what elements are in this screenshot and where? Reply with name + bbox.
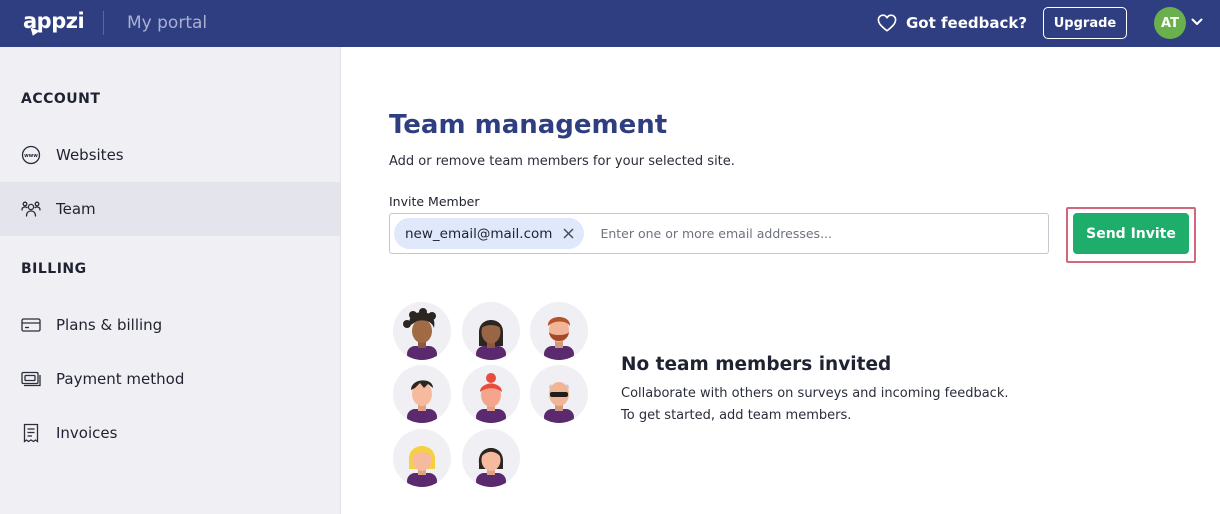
feedback-link[interactable]: Got feedback?: [877, 12, 1027, 34]
sidebar-item-team[interactable]: Team: [0, 182, 340, 236]
svg-text:www: www: [24, 153, 38, 159]
close-icon[interactable]: [563, 228, 574, 239]
avatar-illustration: [462, 302, 520, 360]
sidebar-item-plans-billing[interactable]: Plans & billing: [0, 298, 340, 352]
billing-heading: BILLING: [21, 261, 87, 277]
avatar-illustration: [462, 365, 520, 423]
sidebar-item-invoices[interactable]: Invoices: [0, 406, 340, 460]
portal-title[interactable]: My portal: [127, 12, 207, 34]
account-heading: ACCOUNT: [21, 91, 101, 107]
payment-icon: [21, 369, 41, 389]
empty-state-title: No team members invited: [621, 354, 892, 375]
avatar-illustration: [530, 365, 588, 423]
sidebar-item-websites[interactable]: www Websites: [0, 128, 340, 182]
avatar-illustration: [393, 429, 451, 487]
topbar-divider: [103, 11, 104, 35]
avatar-illustration: [393, 365, 451, 423]
sidebar-item-label: Invoices: [56, 424, 118, 442]
team-icon: [21, 199, 41, 219]
avatar-illustration: [393, 302, 451, 360]
email-input[interactable]: [600, 218, 1048, 249]
chevron-down-icon[interactable]: [1191, 18, 1203, 26]
email-chip[interactable]: new_email@mail.com: [394, 218, 585, 249]
appzi-logo[interactable]: appzi: [23, 9, 85, 38]
sidebar-item-label: Team: [56, 200, 96, 218]
invoice-icon: [21, 423, 41, 443]
team-avatars-illustration: [393, 302, 593, 492]
sidebar-item-label: Plans & billing: [56, 316, 163, 334]
upgrade-button[interactable]: Upgrade: [1043, 7, 1127, 39]
avatar-illustration: [530, 302, 588, 360]
www-icon: www: [21, 145, 41, 165]
avatar-illustration: [462, 429, 520, 487]
feedback-label: Got feedback?: [906, 14, 1028, 32]
invite-member-label: Invite Member: [389, 194, 480, 209]
email-chip-text: new_email@mail.com: [405, 225, 553, 242]
page-subtitle: Add or remove team members for your sele…: [389, 154, 735, 169]
empty-state-hint: To get started, add team members.: [621, 408, 852, 423]
sidebar-item-label: Websites: [56, 146, 124, 164]
heart-icon: [877, 14, 897, 32]
invite-email-field[interactable]: new_email@mail.com: [389, 213, 1049, 254]
sidebar-item-payment-method[interactable]: Payment method: [0, 352, 340, 406]
page-title: Team management: [389, 110, 668, 140]
user-avatar[interactable]: AT: [1154, 7, 1186, 39]
credit-card-icon: [21, 315, 41, 335]
send-invite-button[interactable]: Send Invite: [1073, 213, 1189, 254]
empty-state-description: Collaborate with others on surveys and i…: [621, 386, 1009, 401]
sidebar-item-label: Payment method: [56, 370, 185, 388]
top-bar: appzi My portal Got feedback? Upgrade AT: [0, 0, 1220, 47]
sidebar: ACCOUNT www Websites Team BILLING Plans …: [0, 47, 341, 514]
